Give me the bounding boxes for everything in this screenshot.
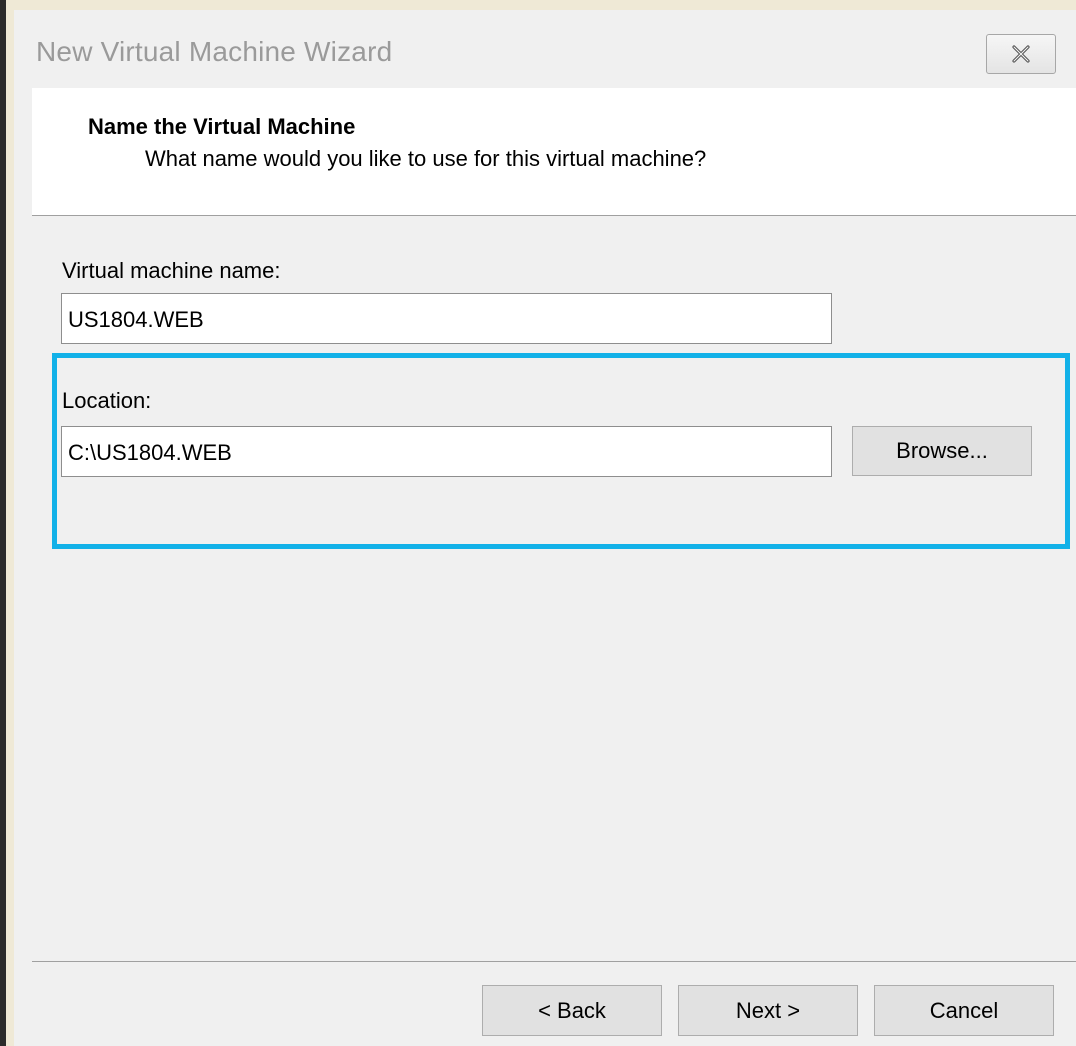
page-subtitle: What name would you like to use for this…: [145, 146, 707, 171]
page-title: Name the Virtual Machine: [88, 114, 356, 139]
wizard-dialog: New Virtual Machine Wizard Name the Virt…: [14, 10, 1076, 1046]
browse-button[interactable]: Browse...: [852, 426, 1032, 476]
close-icon: [1012, 45, 1030, 63]
location-input[interactable]: [61, 426, 832, 477]
vm-name-label: Virtual machine name:: [62, 258, 281, 283]
location-label: Location:: [62, 388, 152, 413]
wizard-footer: < Back Next > Cancel: [32, 961, 1076, 1046]
vm-name-input[interactable]: [61, 293, 832, 344]
window-edge: [0, 0, 6, 1046]
wizard-header: Name the Virtual Machine What name would…: [32, 88, 1076, 216]
title-bar: New Virtual Machine Wizard: [14, 10, 1076, 88]
back-button[interactable]: < Back: [482, 985, 662, 1036]
cancel-button[interactable]: Cancel: [874, 985, 1054, 1036]
close-button[interactable]: [986, 34, 1056, 74]
window-title: New Virtual Machine Wizard: [36, 36, 393, 67]
wizard-content: Virtual machine name: Location: Browse..…: [32, 216, 1076, 961]
next-button[interactable]: Next >: [678, 985, 858, 1036]
